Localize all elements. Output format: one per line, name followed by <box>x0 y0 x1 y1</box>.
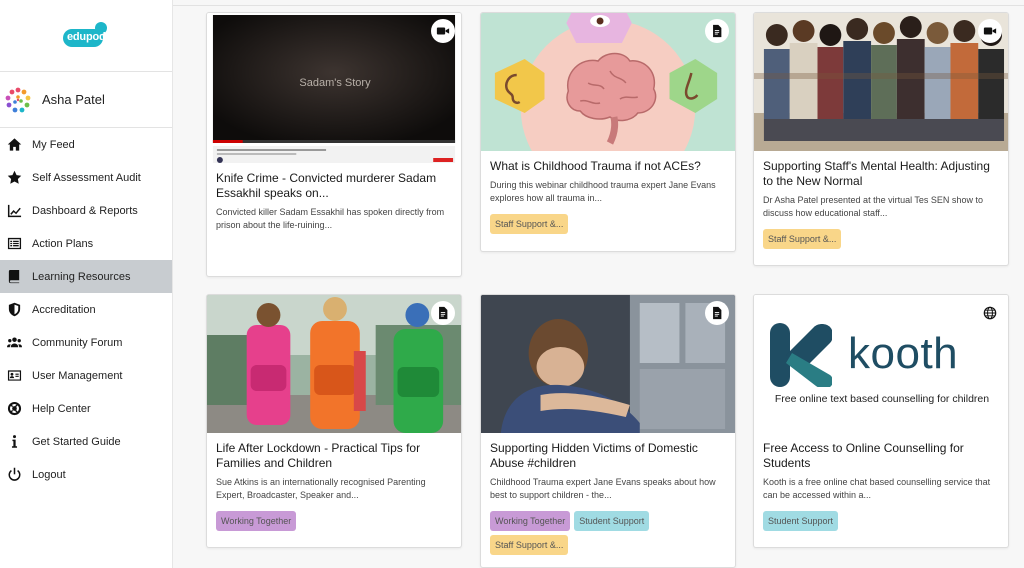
globe-icon <box>978 301 1002 325</box>
id-card-icon <box>6 368 22 384</box>
sidebar-item-action-plans[interactable]: Action Plans <box>0 227 172 260</box>
document-icon <box>705 19 729 43</box>
thumbnail-caption: Sadam's Story <box>299 77 371 89</box>
users-icon <box>6 335 22 351</box>
resource-card[interactable]: Supporting Staff's Mental Health: Adjust… <box>753 12 1009 266</box>
tag-list: Working Together Student Support Staff S… <box>481 501 735 563</box>
tag-list: Student Support <box>754 501 1008 539</box>
sidebar-item-logout[interactable]: Logout <box>0 458 172 491</box>
power-icon <box>6 467 22 483</box>
brain-illustration <box>481 13 735 151</box>
home-icon <box>6 137 22 153</box>
sidebar-item-learning-resources[interactable]: Learning Resources <box>0 260 172 293</box>
sidebar-item-label: Get Started Guide <box>32 435 121 448</box>
resource-card[interactable]: Life After Lockdown - Practical Tips for… <box>206 294 462 548</box>
logo-text: edupod <box>67 30 106 43</box>
document-icon <box>705 301 729 325</box>
resource-thumbnail[interactable] <box>207 295 461 433</box>
sidebar: edupod Asha Patel My Feed Self Assessmen… <box>0 0 173 568</box>
avatar <box>5 87 31 112</box>
resource-card[interactable]: kooth Free online text based counselling… <box>753 294 1009 548</box>
sidebar-item-label: Dashboard & Reports <box>32 204 138 217</box>
resource-thumbnail[interactable]: Sadam's Story <box>207 13 461 163</box>
lifebuoy-icon <box>6 401 22 417</box>
sidebar-item-user-management[interactable]: User Management <box>0 359 172 392</box>
resource-card[interactable]: What is Childhood Trauma if not ACEs? Du… <box>480 12 736 252</box>
kooth-logo-mark <box>770 323 832 387</box>
kooth-wordmark: kooth <box>848 329 959 378</box>
star-icon <box>6 170 22 186</box>
sad-child-photo <box>481 295 735 433</box>
sidebar-item-label: Logout <box>32 468 66 481</box>
card-description: Convicted killer Sadam Essakhil has spok… <box>216 207 445 230</box>
app: edupod Asha Patel My Feed Self Assessmen… <box>0 0 1024 568</box>
resource-thumbnail[interactable] <box>481 295 735 433</box>
tag-staff-support[interactable]: Staff Support &... <box>490 535 569 555</box>
sidebar-item-accreditation[interactable]: Accreditation <box>0 293 172 326</box>
sidebar-item-label: Help Center <box>32 402 91 415</box>
children-backpacks-photo <box>207 295 461 433</box>
tag-list: Staff Support &... <box>754 219 1008 257</box>
divider <box>173 5 1024 6</box>
sidebar-item-community-forum[interactable]: Community Forum <box>0 326 172 359</box>
card-title[interactable]: Life After Lockdown - Practical Tips for… <box>207 433 461 471</box>
sidebar-item-label: Community Forum <box>32 336 123 349</box>
sidebar-item-help-center[interactable]: Help Center <box>0 392 172 425</box>
tag-list: Staff Support &... <box>481 204 735 242</box>
resource-card[interactable]: Supporting Hidden Victims of Domestic Ab… <box>480 294 736 568</box>
tag-list: Working Together <box>207 501 461 539</box>
video-icon <box>431 19 455 43</box>
resource-thumbnail[interactable] <box>481 13 735 151</box>
edupod-logo[interactable]: edupod <box>63 21 109 48</box>
chart-icon <box>6 203 22 219</box>
sidebar-item-label: Self Assessment Audit <box>32 171 141 184</box>
card-title[interactable]: Supporting Staff's Mental Health: Adjust… <box>754 151 1008 189</box>
info-icon <box>6 434 22 450</box>
sidebar-nav: My Feed Self Assessment Audit Dashboard … <box>0 128 172 491</box>
sidebar-item-label: User Management <box>32 369 123 382</box>
sidebar-item-get-started-guide[interactable]: Get Started Guide <box>0 425 172 458</box>
sidebar-item-self-assessment-audit[interactable]: Self Assessment Audit <box>0 161 172 194</box>
card-description: Childhood Trauma expert Jane Evans speak… <box>490 477 716 500</box>
sidebar-item-dashboard-reports[interactable]: Dashboard & Reports <box>0 194 172 227</box>
group-photo <box>754 13 1008 151</box>
tag-student-support[interactable]: Student Support <box>763 511 839 531</box>
card-description: Dr Asha Patel presented at the virtual T… <box>763 195 983 218</box>
resource-feed: Sadam's Story Knife Crime - Convicted mu… <box>173 0 1024 568</box>
tag-staff-support[interactable]: Staff Support &... <box>763 229 842 249</box>
card-description: Sue Atkins is an internationally recogni… <box>216 477 426 500</box>
card-title[interactable]: What is Childhood Trauma if not ACEs? <box>481 151 735 174</box>
sidebar-item-my-feed[interactable]: My Feed <box>0 128 172 161</box>
user-name: Asha Patel <box>42 92 105 107</box>
tag-staff-support[interactable]: Staff Support &... <box>490 214 569 234</box>
card-title[interactable]: Supporting Hidden Victims of Domestic Ab… <box>481 433 735 471</box>
resource-thumbnail[interactable] <box>754 13 1008 151</box>
sidebar-item-label: Action Plans <box>32 237 94 250</box>
sidebar-item-label: My Feed <box>32 138 75 151</box>
list-icon <box>6 236 22 252</box>
sidebar-item-label: Accreditation <box>32 303 96 316</box>
sidebar-item-label: Learning Resources <box>32 270 131 283</box>
document-icon <box>431 301 455 325</box>
shield-icon <box>6 302 22 318</box>
card-title[interactable]: Knife Crime - Convicted murderer Sadam E… <box>207 163 461 201</box>
card-description: During this webinar childhood trauma exp… <box>490 180 716 203</box>
tag-working-together[interactable]: Working Together <box>216 511 297 531</box>
card-description: Kooth is a free online chat based counse… <box>763 477 991 500</box>
book-icon <box>6 269 22 285</box>
tag-working-together[interactable]: Working Together <box>490 511 571 531</box>
resource-thumbnail[interactable]: kooth Free online text based counselling… <box>754 295 1008 433</box>
kooth-caption: Free online text based counselling for c… <box>774 393 990 405</box>
tag-student-support[interactable]: Student Support <box>574 511 650 531</box>
video-icon <box>978 19 1002 43</box>
card-title[interactable]: Free Access to Online Counselling for St… <box>754 433 1008 471</box>
resource-card[interactable]: Sadam's Story Knife Crime - Convicted mu… <box>206 12 462 277</box>
user-profile[interactable]: Asha Patel <box>0 72 172 128</box>
logo-area[interactable]: edupod <box>0 0 172 72</box>
